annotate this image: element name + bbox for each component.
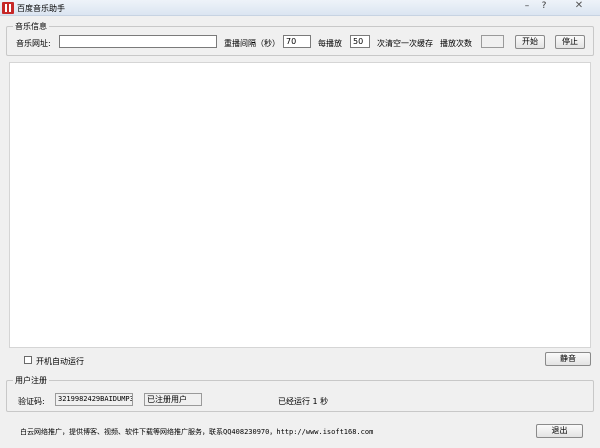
autostart-label: 开机自动运行 [36, 357, 84, 366]
verification-code-label: 验证码: [18, 397, 45, 406]
verification-code-field: 3219982429BAIDUMP3 [55, 393, 133, 406]
title-bar[interactable]: 百度音乐助手 – ? ✕ [0, 0, 600, 16]
footer-promo-text: 白云网络推广，提供博客、视频、软件下载等网络推广服务，联系QQ408230970… [20, 428, 374, 436]
clear-cache-label: 次清空一次缓存 [377, 39, 433, 48]
close-icon[interactable]: ✕ [566, 0, 592, 12]
music-info-legend: 音乐信息 [13, 21, 49, 32]
window-title: 百度音乐助手 [17, 4, 65, 13]
runtime-label: 已经运行 1 秒 [278, 397, 329, 406]
app-window: 百度音乐助手 – ? ✕ 音乐信息 音乐网址: 重播间隔（秒） 70 每播放 5… [0, 0, 600, 448]
replay-interval-label: 重播间隔（秒） [224, 39, 280, 48]
minimize-icon[interactable]: – [520, 0, 534, 12]
play-count-field [481, 35, 504, 48]
player-content-area[interactable] [9, 62, 591, 348]
play-count-label: 播放次数 [440, 39, 472, 48]
per-play-label: 每播放 [318, 39, 342, 48]
start-button[interactable]: 开始 [515, 35, 545, 49]
stop-button[interactable]: 停止 [555, 35, 585, 49]
help-icon[interactable]: ? [538, 0, 550, 12]
music-url-input[interactable] [59, 35, 217, 48]
replay-interval-input[interactable]: 70 [283, 35, 311, 48]
autostart-checkbox[interactable] [24, 356, 32, 364]
music-url-label: 音乐网址: [16, 39, 51, 48]
registration-status-field: 已注册用户 [144, 393, 202, 406]
mute-button[interactable]: 静音 [545, 352, 591, 366]
app-logo-icon [2, 2, 14, 14]
registration-legend: 用户注册 [13, 375, 49, 386]
exit-button[interactable]: 退出 [536, 424, 583, 438]
per-play-input[interactable]: 50 [350, 35, 370, 48]
